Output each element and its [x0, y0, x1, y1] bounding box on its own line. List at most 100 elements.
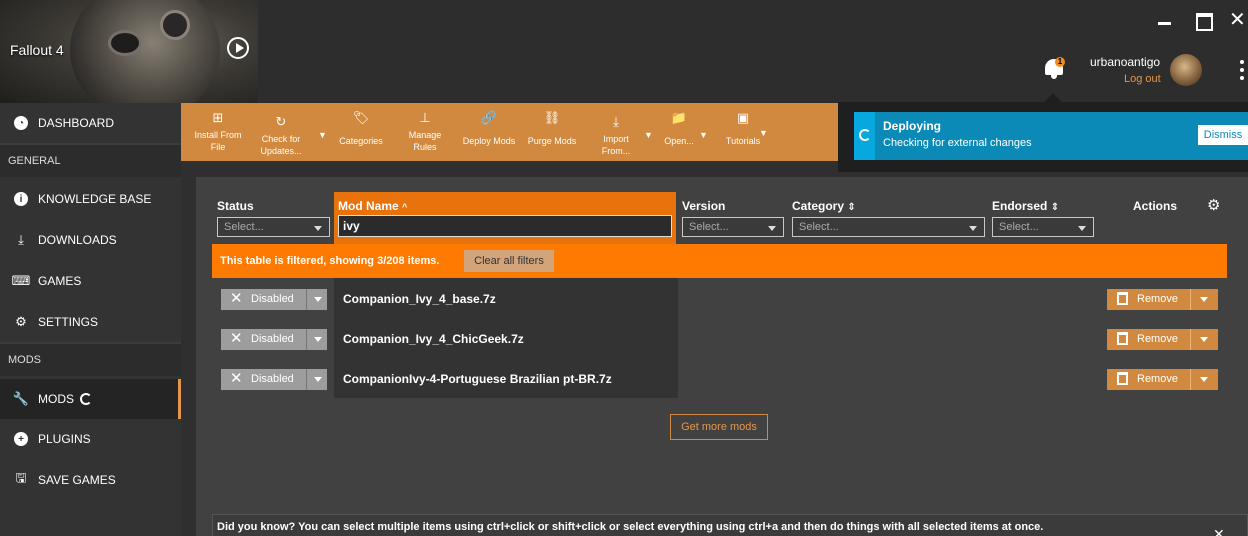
chevron-down-icon[interactable] — [1200, 297, 1208, 302]
game-artwork — [70, 0, 220, 103]
status-filter-select[interactable]: Select... — [217, 217, 330, 237]
sidebar: ◔ DASHBOARD GENERAL i KNOWLEDGE BASE ⤓ D… — [0, 103, 181, 536]
filter-notice-text: This table is filtered, showing 3/208 it… — [220, 255, 440, 267]
chevron-down-icon[interactable] — [314, 377, 322, 382]
tutorials-dropdown-icon[interactable]: ▼ — [759, 127, 768, 139]
link-icon: 🔗 — [480, 110, 498, 125]
status-toggle-button[interactable]: ✕ Disabled — [221, 369, 327, 390]
sidebar-item-label: DASHBOARD — [38, 116, 115, 130]
sidebar-item-games[interactable]: ⌨ GAMES — [0, 261, 181, 301]
sort-ascending-icon: ^ — [402, 202, 408, 212]
close-icon[interactable]: ✕ — [1213, 526, 1225, 536]
username: urbanoantigo — [1090, 55, 1161, 69]
trash-icon — [1117, 372, 1128, 385]
more-options-icon[interactable] — [1240, 60, 1246, 82]
download-icon: ⤓ — [18, 232, 24, 247]
import-dropdown-icon[interactable]: ▼ — [644, 129, 653, 141]
remove-button[interactable]: Remove — [1107, 329, 1218, 350]
get-more-mods-button[interactable]: Get more mods — [670, 414, 768, 440]
gamepad-icon: ⌨ — [11, 273, 31, 288]
sidebar-item-knowledge-base[interactable]: i KNOWLEDGE BASE — [0, 179, 181, 219]
sidebar-item-mods[interactable]: 🔧 MODS — [0, 379, 181, 419]
notification-message: Checking for external changes — [883, 137, 1032, 149]
column-header-category[interactable]: Category ⇕ — [792, 199, 856, 213]
sidebar-item-dashboard[interactable]: ◔ DASHBOARD — [0, 103, 181, 143]
game-title: Fallout 4 — [10, 42, 64, 58]
tip-bar: Did you know? You can select multiple it… — [212, 514, 1248, 536]
column-header-status[interactable]: Status — [217, 199, 254, 213]
mod-name-filter-input[interactable] — [338, 215, 672, 237]
sidebar-item-label: GAMES — [38, 274, 82, 288]
deploy-mods-button[interactable]: 🔗 Deploy Mods — [461, 111, 517, 147]
sidebar-item-label: SAVE GAMES — [38, 473, 116, 487]
check-for-updates-button[interactable]: ↻ Check for Updates... — [253, 115, 309, 157]
column-header-actions: Actions — [1133, 199, 1178, 213]
status-toggle-button[interactable]: ✕ Disabled — [221, 329, 327, 350]
loading-spinner-icon — [859, 129, 871, 141]
game-banner[interactable]: Fallout 4 — [0, 0, 258, 103]
mods-toolbar: ⊞ Install From File ↻ Check for Updates.… — [181, 103, 838, 161]
info-icon: i — [13, 191, 29, 207]
plus-circle-icon: + — [13, 431, 29, 447]
purge-mods-button[interactable]: ⛓ Purge Mods — [525, 111, 579, 147]
remove-button[interactable]: Remove — [1107, 369, 1218, 390]
install-from-file-button[interactable]: ⊞ Install From File — [191, 111, 245, 153]
import-from-button[interactable]: ⤓ Import From... — [595, 115, 637, 157]
open-dropdown-icon[interactable]: ▼ — [699, 129, 708, 141]
table-row[interactable]: ✕ Disabled Companion_Ivy_4_base.7z Remov… — [196, 278, 1248, 318]
sidebar-item-label: DOWNLOADS — [38, 233, 117, 247]
column-header-endorsed[interactable]: Endorsed ⇕ — [992, 199, 1059, 213]
play-icon[interactable] — [227, 37, 249, 59]
chevron-down-icon[interactable] — [1200, 377, 1208, 382]
tag-icon: 🏷 — [352, 110, 370, 125]
categories-button[interactable]: 🏷 Categories — [335, 111, 387, 147]
sidebar-item-settings[interactable]: ⚙ SETTINGS — [0, 302, 181, 342]
table-row[interactable]: ✕ Disabled CompanionIvy-4-Portuguese Bra… — [196, 358, 1248, 398]
chevron-down-icon[interactable] — [314, 337, 322, 342]
sidebar-header-general: GENERAL — [0, 143, 181, 177]
avatar[interactable] — [1170, 54, 1202, 86]
notification-deploying: Deploying Checking for external changes … — [854, 112, 1248, 160]
title-bar: Fallout 4 ✕ 1 urbanoantigo Log out — [0, 0, 1248, 103]
sidebar-item-label: SETTINGS — [38, 315, 99, 329]
close-icon: ✕ — [230, 370, 243, 387]
endorsed-filter-select[interactable]: Select... — [992, 217, 1094, 237]
logout-link[interactable]: Log out — [1124, 73, 1161, 85]
sidebar-item-save-games[interactable]: 🖫 SAVE GAMES — [0, 460, 181, 500]
import-icon: ⤓ — [613, 114, 619, 129]
maximize-icon[interactable] — [1195, 12, 1213, 31]
open-button[interactable]: 📁 Open... — [661, 111, 697, 147]
sidebar-item-label: MODS — [38, 392, 74, 406]
sidebar-item-plugins[interactable]: + PLUGINS — [0, 419, 181, 459]
sidebar-item-downloads[interactable]: ⤓ DOWNLOADS — [0, 220, 181, 260]
column-header-version[interactable]: Version — [682, 199, 725, 213]
category-filter-select[interactable]: Select... — [792, 217, 985, 237]
artwork-detail — [108, 30, 142, 56]
check-updates-dropdown-icon[interactable]: ▼ — [318, 129, 327, 141]
minimize-icon[interactable] — [1157, 12, 1173, 28]
chevron-down-icon[interactable] — [1200, 337, 1208, 342]
mod-name: Companion_Ivy_4_base.7z — [343, 292, 496, 306]
version-filter-select[interactable]: Select... — [682, 217, 784, 237]
close-icon: ✕ — [230, 330, 243, 347]
wrench-icon: 🔧 — [12, 391, 30, 406]
column-header-mod-name[interactable]: Mod Name ^ — [334, 192, 676, 244]
notification-status-strip — [854, 112, 875, 160]
close-icon[interactable]: ✕ — [1229, 10, 1246, 30]
dismiss-button[interactable]: Dismiss — [1198, 125, 1248, 145]
manage-rules-button[interactable]: ⊥ Manage Rules — [401, 111, 449, 153]
trash-icon — [1117, 332, 1128, 345]
sidebar-item-label: KNOWLEDGE BASE — [38, 192, 152, 206]
gear-icon[interactable]: ⚙ — [1207, 198, 1223, 214]
notification-title: Deploying — [883, 119, 942, 133]
folder-icon: 📁 — [670, 110, 688, 125]
chevron-down-icon[interactable] — [314, 297, 322, 302]
status-toggle-button[interactable]: ✕ Disabled — [221, 289, 327, 310]
remove-button[interactable]: Remove — [1107, 289, 1218, 310]
hierarchy-icon: ⊥ — [419, 110, 431, 125]
table-row[interactable]: ✕ Disabled Companion_Ivy_4_ChicGeek.7z R… — [196, 318, 1248, 358]
artwork-detail — [160, 10, 190, 40]
sort-icon: ⇕ — [847, 202, 856, 213]
trash-icon — [1117, 292, 1128, 305]
clear-filters-button[interactable]: Clear all filters — [464, 250, 554, 272]
